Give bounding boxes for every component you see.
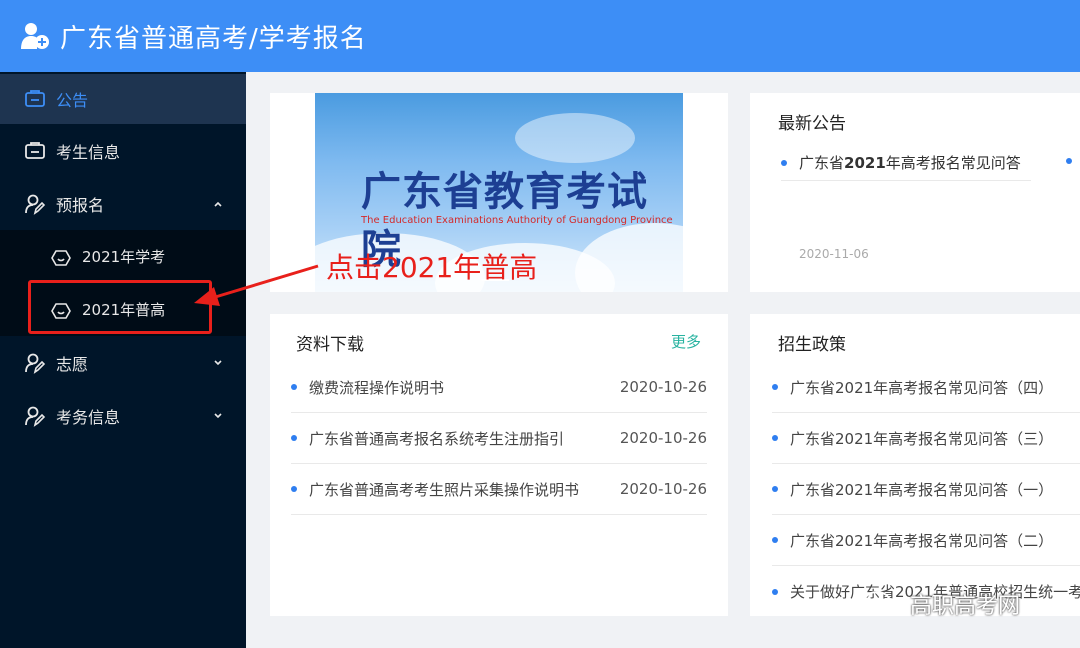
more-link[interactable]: 更多 [671, 331, 701, 352]
banner-subtitle: The Education Examinations Authority of … [361, 215, 673, 226]
bullet-dot [772, 384, 778, 390]
annotation-text-a: 点击2021年 [326, 251, 482, 284]
wechat-icon [863, 591, 901, 616]
chevron-up-icon [214, 201, 222, 207]
policy-item-title: 广东省2021年高考报名常见问答（四） [790, 378, 1054, 397]
download-date: 2020-10-26 [619, 378, 707, 396]
download-title: 缴费流程操作说明书 [309, 378, 445, 397]
bullet-dot [772, 588, 778, 595]
watermark-text: 高职高考网 [910, 594, 1021, 619]
announcement-icon [25, 90, 45, 107]
downloads-title: 资料下载 [296, 335, 364, 355]
bullet-dot [291, 435, 297, 441]
policy-row[interactable]: 广东省2021年高考报名常见问答（一） [772, 464, 1080, 515]
download-row[interactable]: 广东省普通高考报名系统考生注册指引 2020-10-26 [291, 413, 707, 464]
annotation-text: 点击2021年普高 [326, 246, 537, 286]
bullet-dot [772, 537, 778, 543]
policy-row[interactable]: 广东省2021年高考报名常见问答（三） [772, 413, 1080, 464]
sidebar-item-label: 考务信息 [56, 407, 121, 427]
sidebar-item-label: 公告 [56, 91, 89, 110]
policy-item-title: 广东省2021年高考报名常见问答（一） [790, 480, 1054, 499]
highlight-box [28, 280, 212, 334]
submenu-item-2021-academic[interactable]: 2021年学考 [0, 230, 246, 283]
sidebar-item-student-info[interactable]: 考生信息 [0, 124, 246, 177]
notice-title: 最新公告 [778, 114, 846, 134]
bullet-dot [772, 486, 778, 492]
user-edit-icon [25, 194, 46, 215]
user-edit-icon [25, 353, 46, 374]
policy-item-title: 广东省2021年高考报名常见问答（二） [790, 531, 1054, 550]
policy-row[interactable]: 广东省2021年高考报名常见问答（四） [772, 362, 1080, 413]
notice-item-suffix: 年高考报名常见问答 [885, 154, 1021, 172]
sidebar-item-label: 考生信息 [56, 142, 121, 162]
app-title: 广东省普通高考/学考报名 [60, 23, 367, 54]
watermark: 高职高考网 [862, 588, 1020, 620]
sidebar-item-label: 志愿 [56, 354, 89, 374]
policy-title: 招生政策 [778, 335, 846, 355]
bullet-dot [1066, 158, 1072, 164]
id-card-icon [25, 141, 45, 159]
bullet-dot [291, 384, 297, 390]
annotation-text-c: 高 [509, 251, 538, 284]
download-date: 2020-10-26 [619, 480, 707, 498]
user-edit-icon [25, 406, 46, 427]
user-add-logo-icon [21, 23, 49, 49]
download-row[interactable]: 缴费流程操作说明书 2020-10-26 [291, 362, 707, 413]
notice-item[interactable]: 广东省 2021 年高考报名常见问答 [781, 145, 1031, 181]
annotation-text-b: 普 [481, 251, 510, 284]
bullet-dot [772, 435, 778, 441]
sidebar-item-label: 预报名 [56, 195, 105, 215]
notice-item-year: 2021 [844, 153, 886, 172]
download-title: 广东省普通高考考生照片采集操作说明书 [309, 480, 580, 499]
policy-row[interactable]: 广东省2021年高考报名常见问答（二） [772, 515, 1080, 566]
notice-item-prefix: 广东省 [799, 154, 845, 172]
sidebar-item-announcement[interactable]: 公告 [0, 74, 246, 124]
sidebar-item-exam-info[interactable]: 考务信息 [0, 389, 246, 442]
sidebar: 公告 考生信息 预报名 2021年学考 2021年普高 志愿 考务信息 [0, 72, 246, 648]
app-header: 广东省普通高考/学考报名 [0, 0, 1080, 72]
submenu-item-label: 2021年学考 [82, 248, 166, 266]
bullet-dot [781, 159, 787, 166]
notice-date: 2020-11-06 [799, 247, 869, 261]
chevron-down-icon [214, 359, 222, 365]
policy-item-title: 广东省2021年高考报名常见问答（三） [790, 429, 1054, 448]
download-date: 2020-10-26 [619, 429, 707, 447]
download-title: 广东省普通高考报名系统考生注册指引 [309, 429, 565, 448]
sidebar-item-preferences[interactable]: 志愿 [0, 336, 246, 389]
chevron-down-icon [214, 412, 222, 418]
face-icon [51, 249, 71, 266]
download-row[interactable]: 广东省普通高考考生照片采集操作说明书 2020-10-26 [291, 464, 707, 515]
sidebar-item-pre-registration[interactable]: 预报名 [0, 177, 246, 230]
bullet-dot [291, 486, 297, 492]
banner-cloud [515, 113, 635, 163]
